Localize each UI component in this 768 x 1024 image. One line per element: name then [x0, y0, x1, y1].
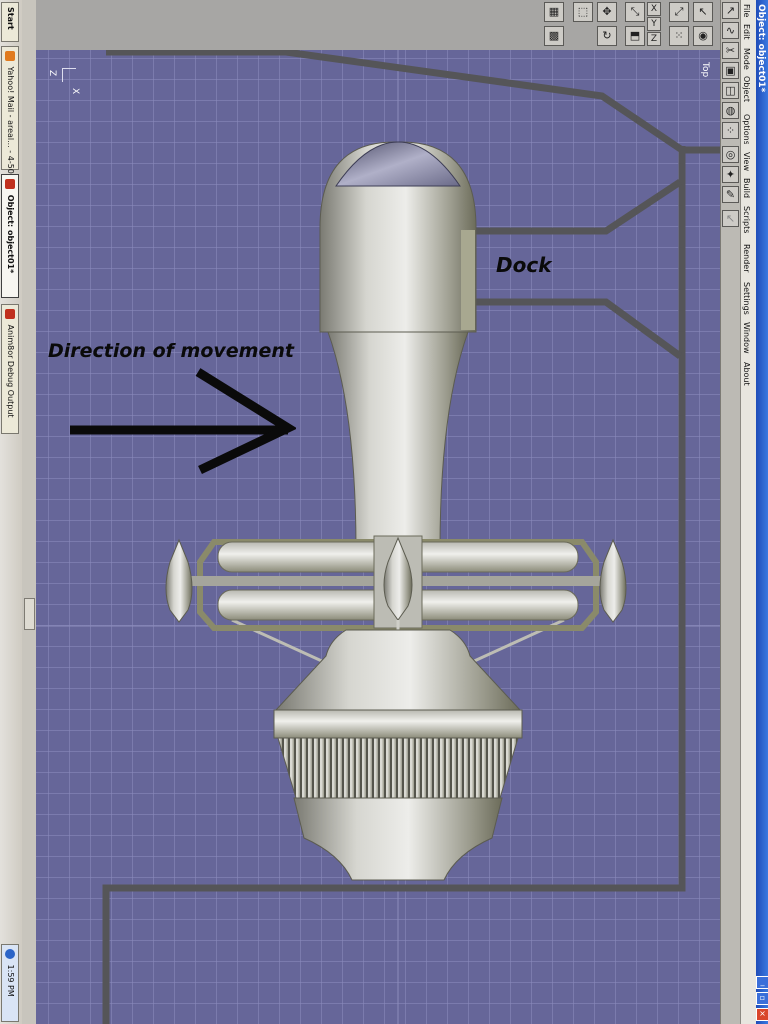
cube-icon[interactable]: ▣: [722, 62, 739, 79]
select-icon[interactable]: ⬚: [573, 2, 593, 22]
ship-collar: [273, 709, 523, 739]
menu-settings[interactable]: Settings: [742, 282, 751, 315]
wire-tool-icon[interactable]: ∿: [722, 22, 739, 39]
anim8or-icon: [5, 309, 15, 319]
menu-options[interactable]: Options: [742, 114, 751, 144]
ship-dock-port: [461, 230, 475, 330]
eye-icon[interactable]: ◉: [693, 26, 713, 46]
nonuniform-scale-icon[interactable]: ⬒: [625, 26, 645, 46]
torus-icon[interactable]: ◎: [722, 146, 739, 163]
scissors-icon[interactable]: ✂: [722, 42, 739, 59]
ship-grill: [277, 737, 519, 799]
minimize-button[interactable]: _: [756, 976, 768, 989]
scale-icon[interactable]: ⤡: [625, 2, 645, 22]
taskbar-item-debug-output[interactable]: Anim8or Debug Output: [1, 304, 19, 434]
grid-toggle-icon[interactable]: ▦: [544, 2, 564, 22]
dots-icon[interactable]: ⁙: [669, 26, 689, 46]
toolbar: ▦ ▩ ⬚ ✥ ↻ ⤡ ⬒ X Y Z ⤢ ⁙ ↖ ◉: [36, 0, 720, 51]
view-label: Top: [700, 62, 710, 78]
taskbar-item-label: Yahoo! Mail - areal... - 4-50...: [6, 66, 15, 182]
taskbar-item-label: Object: object01*: [6, 194, 15, 274]
sphere-icon[interactable]: ◍: [722, 102, 739, 119]
taskbar: Start Yahoo! Mail - areal... - 4-50... O…: [0, 0, 23, 1024]
scrollbar-thumb[interactable]: [24, 598, 35, 630]
menu-edit[interactable]: Edit: [742, 24, 751, 40]
maximize-button[interactable]: ▫: [756, 992, 768, 1005]
menu-mode[interactable]: Mode: [742, 48, 751, 70]
axis-z-label: Z: [47, 70, 57, 77]
network-icon[interactable]: [5, 949, 15, 959]
clock: 1:59 PM: [6, 964, 15, 997]
star-icon[interactable]: ✦: [722, 166, 739, 183]
system-tray: 1:59 PM: [1, 944, 19, 1022]
firefox-icon: [5, 51, 15, 61]
ship-dome: [335, 141, 461, 187]
arrow-pointer-icon[interactable]: ↖: [693, 2, 713, 22]
ship-pod-right: [599, 538, 627, 623]
points-icon[interactable]: ⁘: [722, 122, 739, 139]
tool-column: ↗ ∿ ✂ ▣ ◫ ◍ ⁘ ◎ ✦ ✎ ↖: [720, 0, 741, 1024]
ship-base: [293, 797, 503, 881]
start-button[interactable]: Start: [1, 2, 19, 42]
arrow-tool-icon[interactable]: ↗: [722, 2, 739, 19]
pointer-disabled-icon[interactable]: ↖: [722, 210, 739, 227]
ship-pod-left: [165, 538, 193, 623]
box-icon[interactable]: ◫: [722, 82, 739, 99]
axis-y-toggle[interactable]: Y: [647, 17, 661, 31]
menu-about[interactable]: About: [742, 362, 751, 386]
window-title: Object: object01*: [756, 4, 766, 93]
ship-lower-cone: [274, 629, 522, 711]
move-icon[interactable]: ✥: [597, 2, 617, 22]
menu-scripts[interactable]: Scripts: [742, 206, 751, 233]
menu-window[interactable]: Window: [742, 322, 751, 354]
anim8or-icon: [5, 179, 15, 189]
close-button[interactable]: ×: [756, 1008, 768, 1021]
menu-render[interactable]: Render: [742, 244, 751, 272]
direction-arrow-icon: [70, 368, 296, 475]
scene-canvas: [36, 50, 720, 1024]
texture-icon[interactable]: ▩: [544, 26, 564, 46]
window-title-bar[interactable]: Object: object01* _ ▫ ×: [756, 0, 768, 1024]
text-tool-icon[interactable]: ✎: [722, 186, 739, 203]
axis-x-label: X: [70, 88, 80, 95]
annotation-dock: Dock: [496, 253, 552, 277]
viewport-top[interactable]: Z X Top Direction of movement Dock: [36, 50, 720, 1024]
taskbar-item-yahoo-mail[interactable]: Yahoo! Mail - areal... - 4-50...: [1, 46, 19, 182]
menu-object[interactable]: Object: [742, 76, 751, 102]
taskbar-item-label: Anim8or Debug Output: [6, 324, 15, 418]
annotation-direction: Direction of movement: [48, 340, 294, 362]
menu-view[interactable]: View: [742, 152, 751, 171]
taskbar-item-object[interactable]: Object: object01*: [1, 174, 19, 298]
arc-rotate-icon[interactable]: ⤢: [669, 2, 689, 22]
start-label: Start: [6, 7, 15, 30]
axis-indicator: Z X: [47, 62, 80, 95]
rotate-icon[interactable]: ↻: [597, 26, 617, 46]
axis-z-toggle[interactable]: Z: [647, 32, 661, 46]
axis-x-toggle[interactable]: X: [647, 2, 661, 16]
menu-file[interactable]: File: [742, 4, 751, 17]
left-scroll-panel: [22, 0, 37, 1024]
ship-neck: [327, 331, 469, 551]
menu-build[interactable]: Build: [742, 178, 751, 198]
